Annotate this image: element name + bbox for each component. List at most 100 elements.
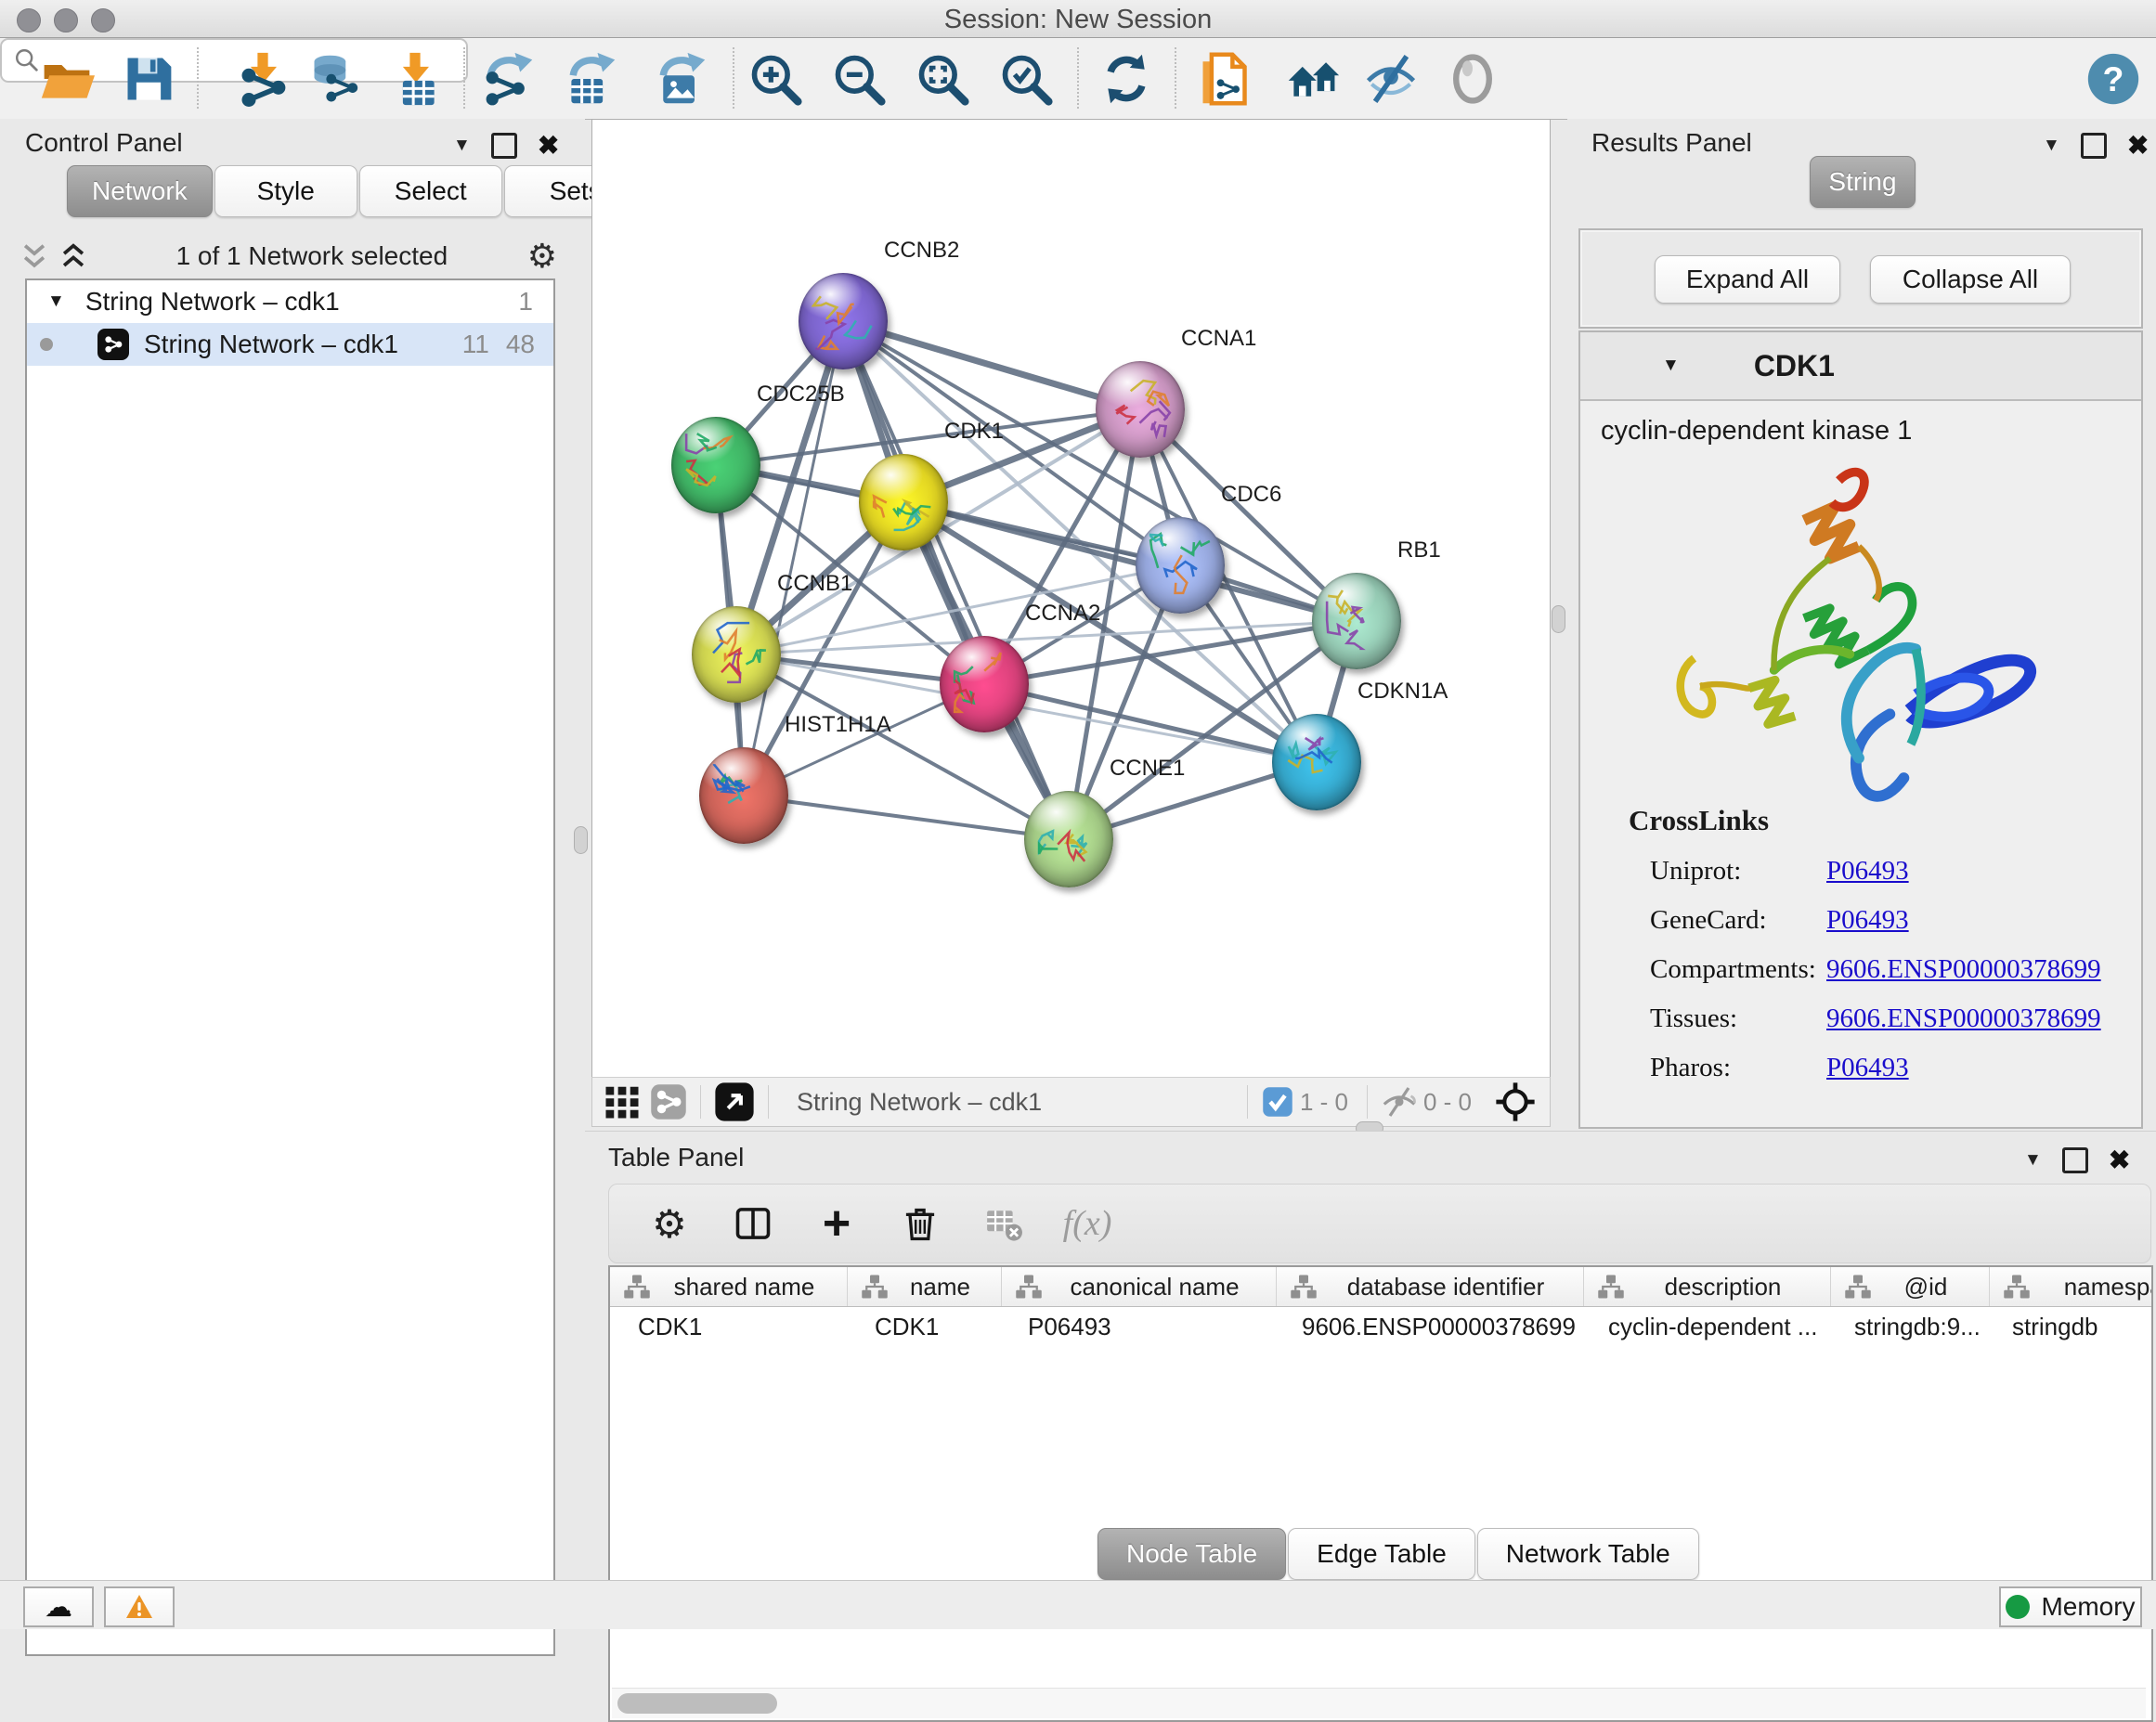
left-splitter-grip[interactable] — [574, 826, 588, 854]
import-network-file-button[interactable] — [233, 49, 292, 109]
network-node-ccnb2[interactable] — [799, 273, 888, 369]
collapse-all-icon[interactable] — [58, 240, 89, 272]
export-table-icon — [563, 51, 618, 107]
hide-selected-button[interactable] — [1361, 49, 1421, 109]
network-row[interactable]: String Network – cdk1 11 48 — [27, 323, 553, 366]
panel-menu-icon[interactable]: ▼ — [2024, 1150, 2042, 1171]
panel-close-icon[interactable]: ✖ — [538, 130, 559, 161]
expand-all-button[interactable]: Expand All — [1655, 255, 1840, 304]
table-row[interactable]: CDK1CDK1P064939606.ENSP00000378699cyclin… — [610, 1307, 2151, 1346]
zoom-fit-button[interactable] — [913, 49, 972, 109]
crosslink-link[interactable]: 9606.ENSP00000378699 — [1826, 954, 2101, 985]
table-horizontal-scrollbar[interactable] — [612, 1688, 2146, 1718]
refresh-button[interactable] — [1097, 49, 1156, 109]
crosslink-link[interactable]: P06493 — [1826, 1053, 1909, 1083]
crosslink-link[interactable]: P06493 — [1826, 905, 1909, 936]
column-type-icon — [1015, 1273, 1043, 1301]
panel-float-icon[interactable] — [2081, 133, 2107, 159]
birdseye-crosshair-icon[interactable] — [1494, 1079, 1537, 1125]
tab-string[interactable]: String — [1810, 156, 1916, 208]
crosslink-label: Pharos: — [1650, 1053, 1826, 1083]
tab-select[interactable]: Select — [359, 165, 502, 217]
expand-all-icon[interactable] — [19, 240, 50, 272]
network-options-gear-icon[interactable]: ⚙ — [527, 237, 557, 276]
table-options-gear-icon[interactable]: ⚙ — [646, 1200, 693, 1247]
network-node-cdk1[interactable] — [859, 454, 948, 550]
string-view-toggle-icon[interactable] — [650, 1079, 687, 1125]
crosslink-link[interactable]: P06493 — [1826, 856, 1909, 887]
hidden-eye-icon[interactable] — [1381, 1079, 1418, 1125]
zoom-out-button[interactable] — [829, 49, 889, 109]
network-node-hist1h1a[interactable] — [699, 747, 788, 844]
open-session-button[interactable] — [37, 49, 97, 109]
column-header-shared-name[interactable]: shared name — [610, 1267, 848, 1306]
selected-checkbox-icon[interactable] — [1261, 1079, 1294, 1125]
tab-network[interactable]: Network — [67, 165, 213, 217]
node-table[interactable]: shared namenamecanonical namedatabase id… — [608, 1265, 2153, 1722]
grid-view-icon[interactable] — [604, 1079, 641, 1125]
help-button[interactable]: ? — [2084, 49, 2143, 109]
scrollbar-thumb[interactable] — [617, 1693, 777, 1714]
network-collection-row[interactable]: ▼ String Network – cdk1 1 — [27, 280, 553, 323]
import-network-database-button[interactable] — [305, 49, 365, 109]
network-node-rb1[interactable] — [1312, 573, 1401, 669]
network-edge[interactable] — [903, 502, 1357, 621]
export-image-button[interactable] — [651, 49, 710, 109]
column-header-description[interactable]: description — [1584, 1267, 1831, 1306]
panel-menu-icon[interactable]: ▼ — [453, 136, 471, 156]
save-session-button[interactable] — [119, 49, 178, 109]
protein-section-header[interactable]: ▼ CDK1 — [1580, 332, 2141, 401]
tab-network-table[interactable]: Network Table — [1477, 1528, 1699, 1580]
column-header-name[interactable]: name — [848, 1267, 1002, 1306]
network-node-ccna1[interactable] — [1096, 361, 1185, 458]
network-edge[interactable] — [843, 321, 1140, 409]
panel-close-icon[interactable]: ✖ — [2127, 130, 2149, 161]
column-header--id[interactable]: @id — [1831, 1267, 1990, 1306]
panel-close-icon[interactable]: ✖ — [2109, 1145, 2130, 1175]
selected-count: 1 - 0 — [1300, 1088, 1348, 1117]
network-tree: ▼ String Network – cdk1 1 String Network… — [25, 278, 555, 1656]
cloud-services-button[interactable]: ☁ — [23, 1586, 94, 1627]
memory-button[interactable]: Memory — [1999, 1586, 2142, 1627]
network-edge[interactable] — [744, 796, 1069, 839]
show-all-button[interactable] — [1443, 49, 1502, 109]
tab-style[interactable]: Style — [214, 165, 357, 217]
zoom-in-button[interactable] — [746, 49, 805, 109]
tab-node-table[interactable]: Node Table — [1097, 1528, 1286, 1580]
show-columns-icon[interactable] — [730, 1200, 776, 1247]
crosslink-link[interactable]: 9606.ENSP00000378699 — [1826, 1003, 2101, 1034]
network-node-ccnb1[interactable] — [692, 606, 781, 703]
export-table-button[interactable] — [561, 49, 620, 109]
create-column-icon[interactable]: + — [813, 1200, 860, 1247]
column-header-canonical-name[interactable]: canonical name — [1002, 1267, 1277, 1306]
network-node-ccne1[interactable] — [1024, 791, 1113, 887]
export-network-button[interactable] — [478, 49, 538, 109]
network-node-cdc6[interactable] — [1136, 517, 1225, 614]
zoom-selected-button[interactable] — [996, 49, 1056, 109]
right-splitter-grip[interactable] — [1552, 605, 1565, 633]
fit-content-button[interactable] — [714, 1079, 755, 1125]
network-node-ccna2[interactable] — [940, 636, 1029, 732]
node-label-ccna2: CCNA2 — [1025, 601, 1100, 627]
first-neighbors-button[interactable] — [1283, 49, 1343, 109]
panel-menu-icon[interactable]: ▼ — [2043, 136, 2060, 156]
section-expander-icon[interactable]: ▼ — [1662, 356, 1680, 376]
network-edge[interactable] — [843, 321, 1069, 839]
column-header-database-identifier[interactable]: database identifier — [1277, 1267, 1584, 1306]
collapse-all-button[interactable]: Collapse All — [1870, 255, 2071, 304]
panel-float-icon[interactable] — [2062, 1147, 2088, 1173]
network-canvas[interactable]: CCNB2CCNA1CDC25BCDK1CDC6RB1CCNB1CCNA2CDK… — [591, 119, 1551, 1079]
column-header-namespace[interactable]: namespace — [1990, 1267, 2153, 1306]
network-node-cdkn1a[interactable] — [1272, 714, 1361, 810]
tree-expander-icon[interactable]: ▼ — [47, 291, 65, 312]
network-edge[interactable] — [984, 684, 1317, 762]
network-node-cdc25b[interactable] — [671, 417, 760, 513]
share-document-button[interactable] — [1194, 49, 1253, 109]
delete-column-trash-icon[interactable] — [897, 1200, 943, 1247]
import-table-button[interactable] — [385, 49, 445, 109]
tab-edge-table[interactable]: Edge Table — [1288, 1528, 1475, 1580]
protein-structure-thumbnail — [812, 288, 875, 351]
node-label-cdc25b: CDC25B — [757, 382, 845, 408]
warnings-button[interactable] — [104, 1586, 175, 1627]
panel-float-icon[interactable] — [491, 133, 517, 159]
